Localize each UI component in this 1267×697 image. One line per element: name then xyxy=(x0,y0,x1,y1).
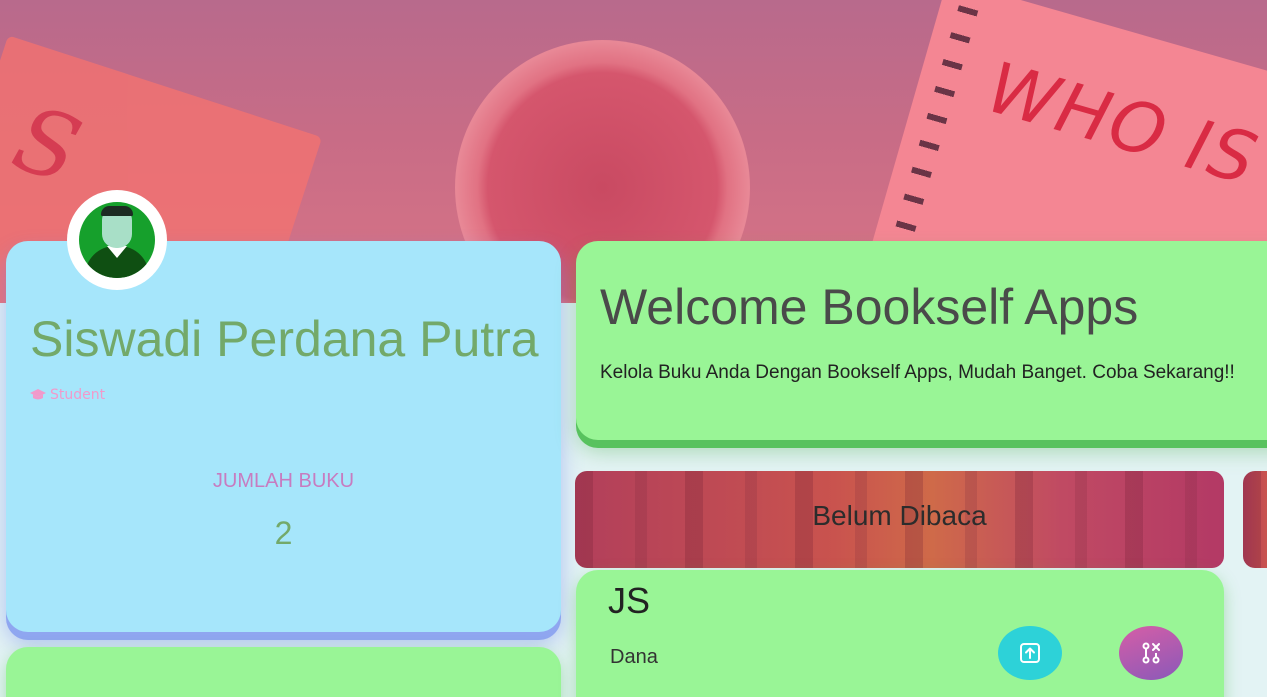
user-avatar-icon xyxy=(79,202,155,278)
add-book-card xyxy=(6,647,561,697)
welcome-card xyxy=(576,241,1267,440)
shelf-title-unread: Belum Dibaca xyxy=(812,500,987,531)
book-count-value: 2 xyxy=(274,515,293,551)
split-icon xyxy=(1142,642,1160,664)
profile-name: Siswadi Perdana Putra xyxy=(30,311,539,367)
graduation-cap-icon xyxy=(30,389,46,400)
book-count-label: JUMLAH BUKU xyxy=(212,470,355,492)
welcome-subtitle: Kelola Buku Anda Dengan Bookself Apps, M… xyxy=(600,362,1235,383)
hero-paper-text: S xyxy=(1,85,93,205)
book-title: JS xyxy=(608,580,651,621)
book-author: Dana xyxy=(610,646,658,668)
profile-role: Student xyxy=(30,387,105,403)
delete-book-button[interactable] xyxy=(1119,626,1183,680)
welcome-title: Welcome Bookself Apps xyxy=(600,279,1139,335)
hero-notebook-text: WHO IS xyxy=(978,46,1267,202)
profile-card xyxy=(6,241,561,632)
upload-icon xyxy=(1020,643,1040,663)
avatar xyxy=(67,190,167,290)
shelf-banner-read xyxy=(1243,471,1267,568)
profile-role-label: Student xyxy=(50,387,106,403)
move-book-button[interactable] xyxy=(998,626,1062,680)
